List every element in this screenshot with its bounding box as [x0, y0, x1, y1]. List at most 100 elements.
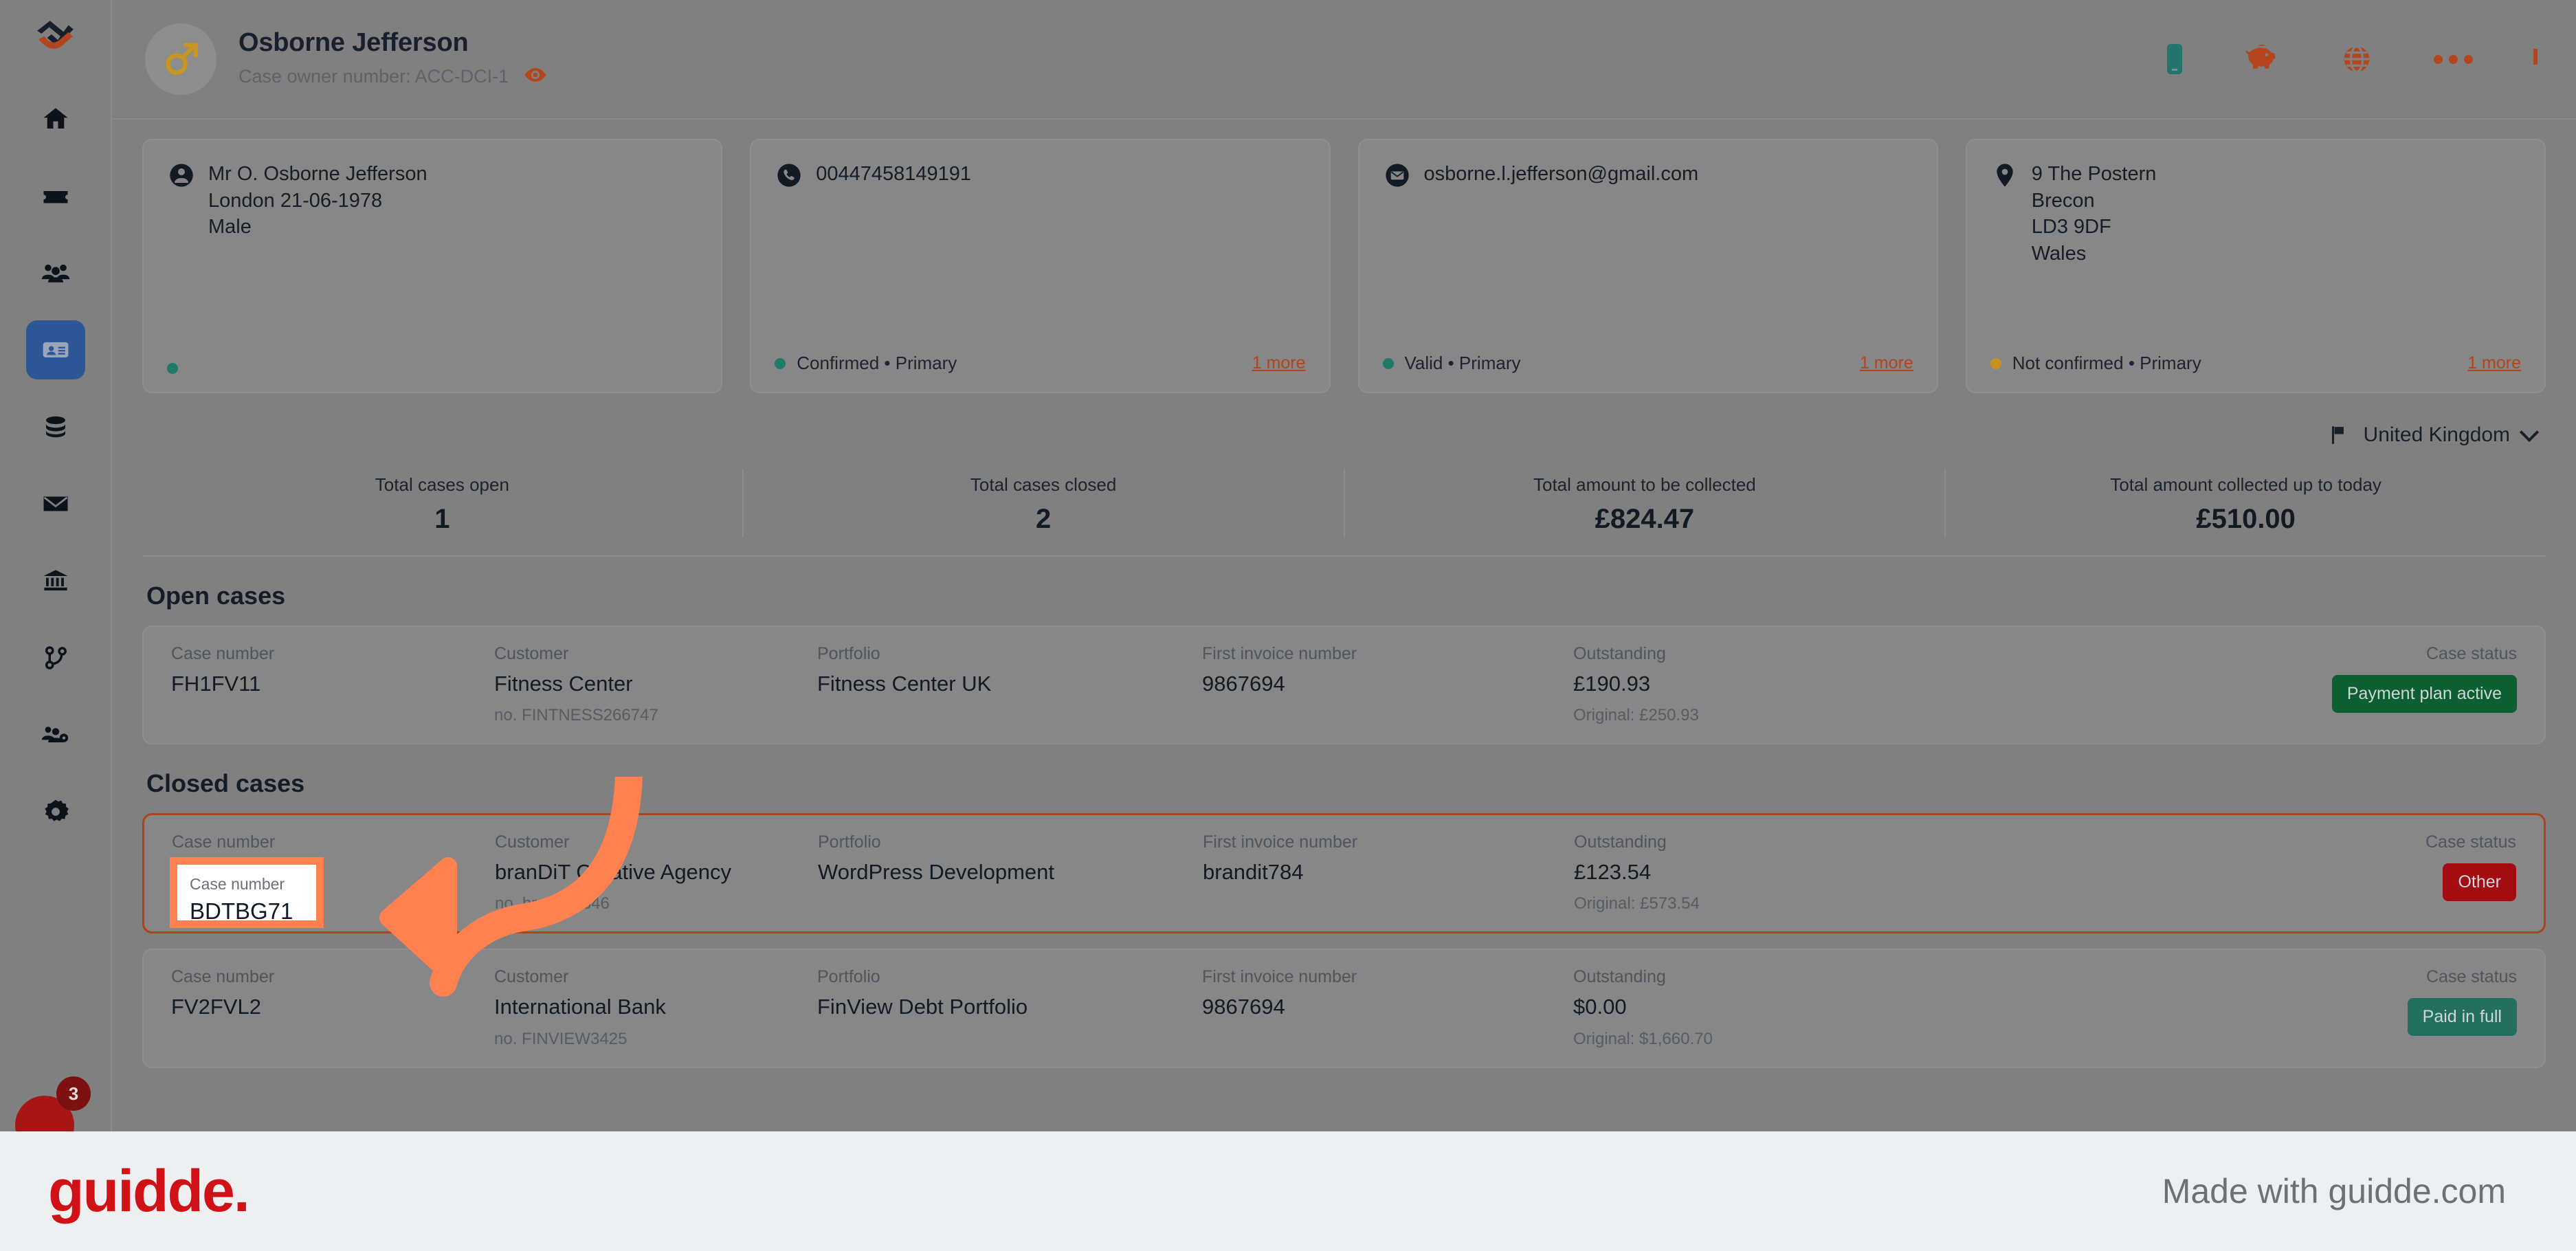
contact-card-email[interactable]: osborne.l.jefferson@gmail.com Valid • Pr…	[1357, 139, 1938, 393]
cell-portfolio: Portfolio Fitness Center UK	[817, 643, 1202, 696]
column-header: Case number	[171, 644, 275, 663]
sidebar-item-workflows[interactable]	[26, 628, 85, 687]
column-header: Outstanding	[1573, 967, 1666, 987]
more-dots-icon[interactable]	[2434, 54, 2473, 64]
person-icon	[167, 161, 196, 190]
card-head: Mr O. Osborne Jefferson London 21-06-197…	[167, 161, 698, 241]
stat-value: 2	[1036, 504, 1052, 534]
cell-portfolio: Portfolio WordPress Development	[818, 832, 1203, 885]
cell-value: 9867694	[1202, 672, 1285, 696]
column-header: Case status	[2425, 644, 2517, 663]
closed-cases-title: Closed cases	[146, 769, 305, 798]
card-more-link[interactable]: 1 more	[1860, 353, 1913, 373]
country-selector[interactable]: United Kingdom	[142, 407, 2546, 456]
cell-outstanding: Outstanding $0.00 Original: $1,660.70	[1573, 966, 2311, 1048]
card-footer	[167, 363, 698, 374]
branch-icon	[45, 646, 67, 669]
sidebar-item-portfolios[interactable]	[26, 397, 85, 456]
chevron-down-icon[interactable]	[2519, 422, 2540, 443]
card-lines: 9 The Postern Brecon LD3 9DF Wales	[2032, 161, 2157, 267]
status-text: Confirmed • Primary	[797, 353, 957, 373]
column-header: Customer	[494, 967, 569, 987]
cell-first-invoice: First invoice number brandit784	[1203, 832, 1574, 885]
card-line: 9 The Postern	[2031, 163, 2157, 185]
cell-value: $0.00	[1573, 995, 1627, 1019]
card-line: Mr O. Osborne Jefferson	[208, 163, 428, 185]
cell-value: Fitness Center UK	[817, 672, 992, 696]
sidebar-item-home[interactable]	[26, 89, 85, 148]
cell-value: £190.93	[1573, 672, 1651, 696]
cell-first-invoice: First invoice number 9867694	[1202, 966, 1573, 1019]
column-header: Outstanding	[1574, 832, 1667, 852]
brand-logo-icon[interactable]	[33, 15, 78, 60]
column-header: Case status	[2425, 832, 2516, 852]
table-row[interactable]: Case number FV2FVL2 Customer Internation…	[142, 949, 2546, 1068]
sidebar-item-customers[interactable]	[26, 243, 85, 302]
status-badge[interactable]: Paid in full	[2407, 998, 2517, 1037]
phone-device-icon[interactable]	[2167, 44, 2182, 74]
cell-subvalue: no. FINTNESS266747	[494, 706, 658, 725]
card-status: Valid • Primary	[1382, 353, 1521, 374]
contact-card-phone[interactable]: 00447458149191 Confirmed • Primary 1 mor…	[750, 139, 1331, 393]
status-dot	[1382, 357, 1394, 369]
contact-cards: Mr O. Osborne Jefferson London 21-06-197…	[142, 120, 2546, 407]
sidebar-item-team-settings[interactable]	[26, 705, 85, 764]
status-dot	[167, 363, 178, 374]
column-header: Outstanding	[1573, 644, 1666, 663]
stat-total-amount-collected: Total amount collected up to today £510.…	[1944, 469, 2546, 538]
sidebar-item-banks[interactable]	[26, 551, 85, 610]
eye-icon[interactable]	[524, 63, 547, 90]
cell-portfolio: Portfolio FinView Debt Portfolio	[817, 966, 1202, 1019]
piggy-bank-icon[interactable]	[2243, 43, 2280, 75]
sidebar-item-messages[interactable]	[26, 474, 85, 533]
page-body: Mr O. Osborne Jefferson London 21-06-197…	[112, 120, 2576, 1131]
column-header: Customer	[495, 832, 570, 852]
cell-customer: Customer International Bank no. FINVIEW3…	[494, 966, 817, 1048]
table-row[interactable]: Case number FH1FV11 Customer Fitness Cen…	[142, 626, 2546, 745]
card-lines: osborne.l.jefferson@gmail.com	[1424, 161, 1699, 188]
callout-value: BDTBG71	[190, 898, 293, 925]
cell-subvalue: Original: £573.54	[1574, 894, 1700, 914]
stat-total-cases-closed: Total cases closed 2	[742, 469, 1344, 538]
chevron-up-icon[interactable]	[2533, 49, 2538, 65]
card-head: 00447458149191	[775, 161, 1305, 190]
cell-first-invoice: First invoice number 9867694	[1202, 643, 1573, 696]
people-gear-icon	[41, 727, 68, 742]
guidde-made-with: Made with guidde.com	[2162, 1172, 2506, 1210]
globe-icon[interactable]	[2340, 43, 2373, 76]
sidebar-item-tickets[interactable]	[26, 166, 85, 225]
people-icon	[41, 264, 69, 283]
header-actions	[2167, 43, 2538, 76]
card-lines: Mr O. Osborne Jefferson London 21-06-197…	[208, 161, 428, 241]
cell-case-number: Case number FV2FVL2	[171, 966, 494, 1019]
support-unread-badge: 3	[56, 1076, 91, 1111]
column-header: First invoice number	[1202, 967, 1357, 987]
status-dot	[775, 357, 786, 369]
card-more-link[interactable]: 1 more	[2467, 353, 2521, 373]
sidebar-item-settings[interactable]	[26, 782, 85, 841]
sidebar-item-contacts[interactable]	[25, 320, 85, 379]
stats-band: Total cases open 1 Total cases closed 2 …	[142, 456, 2546, 557]
contact-card-address[interactable]: 9 The Postern Brecon LD3 9DF Wales Not c…	[1965, 139, 2546, 393]
gear-icon	[44, 799, 69, 821]
column-header: Case number	[172, 832, 276, 852]
guidde-footer: guidde. Made with guidde.com	[0, 1131, 2576, 1251]
column-header: Case status	[2425, 967, 2517, 987]
location-pin-icon	[1990, 161, 2019, 190]
card-lines: 00447458149191	[816, 161, 971, 188]
contact-card-person[interactable]: Mr O. Osborne Jefferson London 21-06-197…	[142, 139, 723, 393]
stat-label: Total amount collected up to today	[2110, 474, 2381, 495]
case-owner-number: Case owner number: ACC-DCI-1	[238, 65, 509, 87]
card-more-link[interactable]: 1 more	[1252, 353, 1306, 373]
table-row[interactable]: Case number BDTBG71 Customer branDiT Cre…	[142, 813, 2546, 934]
status-badge[interactable]: Payment plan active	[2331, 675, 2517, 713]
status-badge[interactable]: Other	[2443, 863, 2516, 902]
card-line: 00447458149191	[816, 163, 972, 185]
application-window: 3 Osborne Jefferson Case owner number: A…	[0, 0, 2576, 1155]
stat-label: Total amount to be collected	[1533, 474, 1756, 495]
stat-label: Total cases open	[375, 474, 509, 495]
cell-subvalue: Original: £250.93	[1573, 706, 1699, 725]
card-line: Wales	[2031, 242, 2087, 265]
cell-case-status: Case status Paid in full	[2311, 966, 2517, 1037]
header-subrow: Case owner number: ACC-DCI-1	[238, 63, 547, 90]
